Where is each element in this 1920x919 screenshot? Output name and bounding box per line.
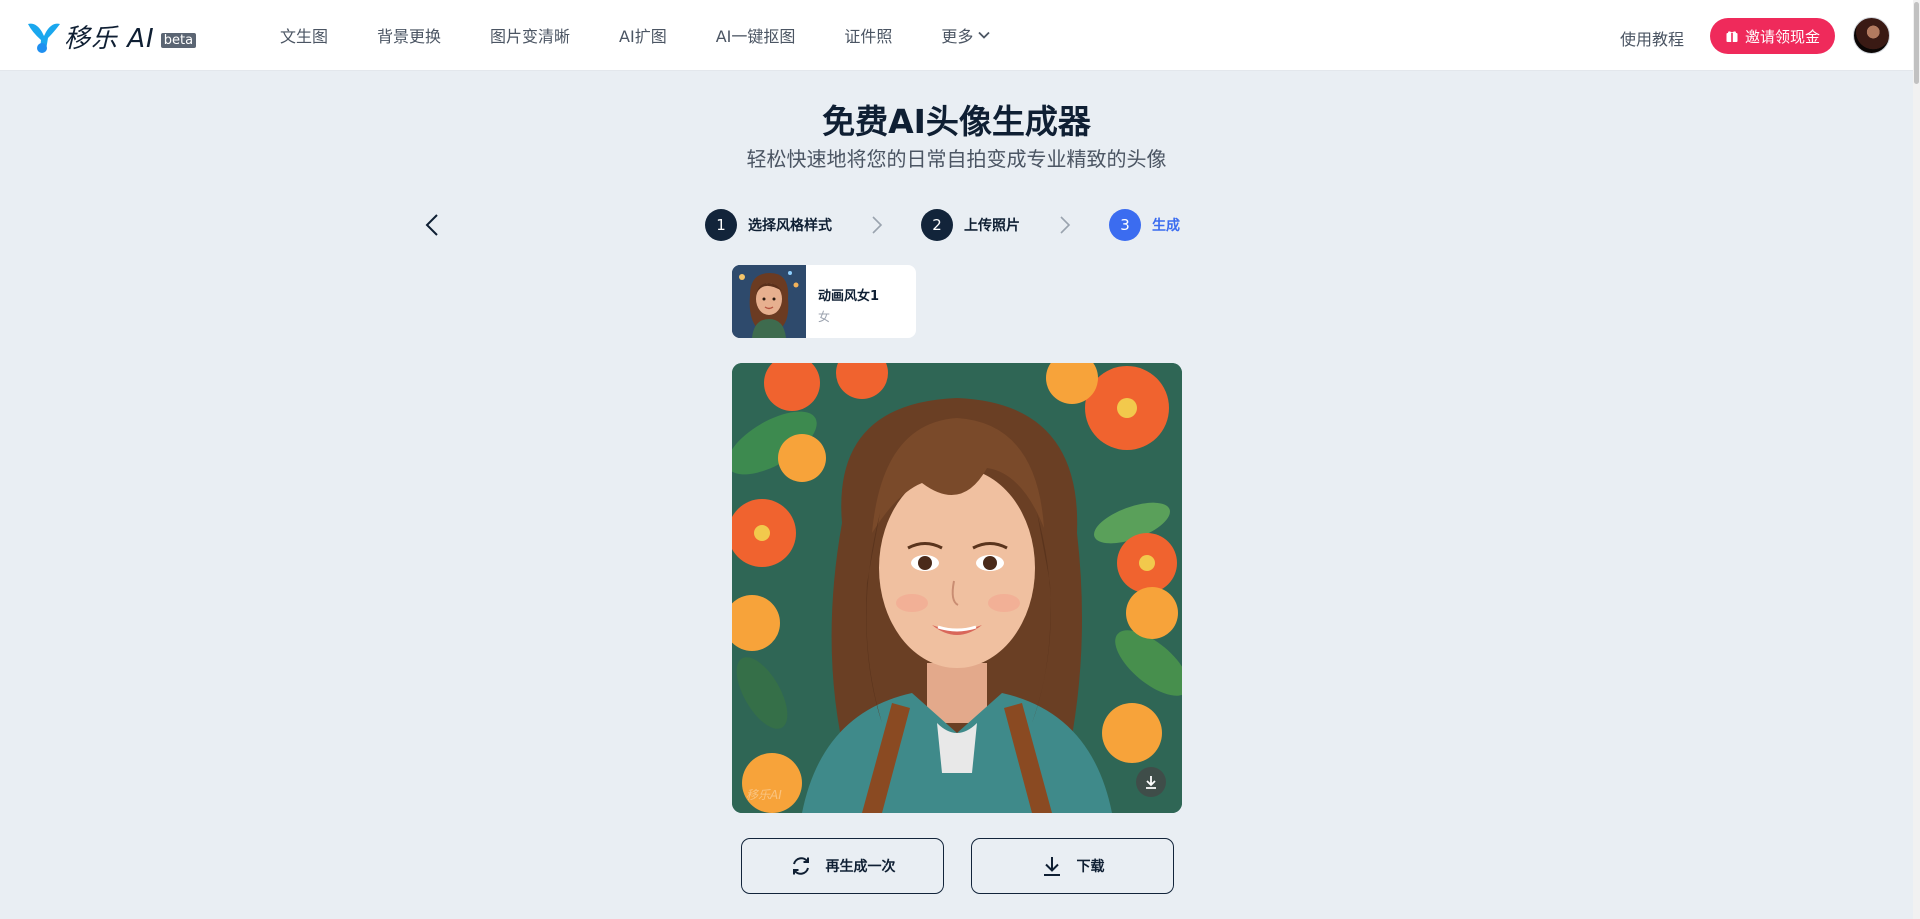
beta-badge: beta: [160, 32, 197, 48]
style-thumbnail: [732, 265, 806, 338]
nav-background-replace[interactable]: 背景更换: [377, 23, 441, 47]
chevron-down-icon: [978, 31, 991, 39]
step-number: 3: [1109, 209, 1141, 241]
step-label: 选择风格样式: [748, 218, 832, 234]
download-icon: [1043, 857, 1060, 876]
step-number: 2: [921, 209, 953, 241]
nav-ai-cutout[interactable]: AI一键抠图: [716, 23, 796, 47]
nav-ai-expand[interactable]: AI扩图: [619, 23, 667, 47]
page-subtitle: 轻松快速地将您的日常自拍变成专业精致的头像: [746, 147, 1167, 171]
step-number: 1: [705, 209, 737, 241]
main-nav: 文生图 背景更换 图片变清晰 AI扩图 AI一键抠图 证件照 更多: [280, 0, 1040, 70]
style-info: 动画风女1 女: [806, 265, 879, 338]
user-avatar[interactable]: [1853, 17, 1890, 54]
download-label: 下载: [1076, 859, 1105, 875]
style-thumbnail-image: [732, 265, 806, 338]
brand-logo[interactable]: 移乐 AI beta: [26, 18, 197, 54]
regenerate-label: 再生成一次: [825, 859, 896, 875]
selected-style-card[interactable]: 动画风女1 女: [732, 265, 916, 338]
style-name: 动画风女1: [818, 289, 880, 304]
invite-label: 邀请领现金: [1744, 27, 1820, 46]
scrollbar-thumb[interactable]: [1914, 2, 1919, 84]
download-button[interactable]: 下载: [971, 838, 1174, 894]
generated-avatar-image: 移乐AI: [732, 363, 1182, 813]
invite-cash-button[interactable]: 邀请领现金: [1710, 18, 1835, 54]
back-arrow-icon[interactable]: [420, 212, 446, 238]
gift-icon: [1726, 31, 1738, 42]
regenerate-button[interactable]: 再生成一次: [741, 838, 944, 894]
step-generate[interactable]: 3 生成: [1109, 209, 1180, 241]
tutorial-link[interactable]: 使用教程: [1620, 26, 1684, 50]
style-gender: 女: [818, 310, 831, 324]
watermark: 移乐AI: [746, 788, 782, 802]
step-select-style[interactable]: 1 选择风格样式: [705, 209, 832, 241]
brand-name: 移乐 AI: [64, 23, 155, 54]
top-header: 移乐 AI beta 文生图 背景更换 图片变清晰 AI扩图 AI一键抠图 证件…: [0, 0, 1920, 71]
nav-image-enhance[interactable]: 图片变清晰: [490, 23, 570, 47]
scrollbar-track[interactable]: [1913, 0, 1920, 919]
nav-more-label: 更多: [941, 27, 974, 46]
refresh-icon: [792, 857, 809, 875]
logo-mark-icon: [28, 23, 60, 53]
step-label: 生成: [1152, 218, 1180, 234]
step-upload-photo[interactable]: 2 上传照片: [921, 209, 1020, 241]
nav-text-to-image[interactable]: 文生图: [280, 23, 328, 47]
download-arrow-icon: [1146, 776, 1156, 789]
page-title: 免费AI头像生成器: [822, 102, 1091, 141]
nav-id-photo[interactable]: 证件照: [844, 23, 892, 47]
chevron-right-icon: [1060, 216, 1071, 234]
nav-more[interactable]: 更多: [941, 23, 991, 47]
generated-portrait: [732, 363, 1182, 813]
image-download-icon[interactable]: [1136, 767, 1166, 797]
chevron-right-icon: [872, 216, 883, 234]
step-label: 上传照片: [964, 218, 1020, 234]
